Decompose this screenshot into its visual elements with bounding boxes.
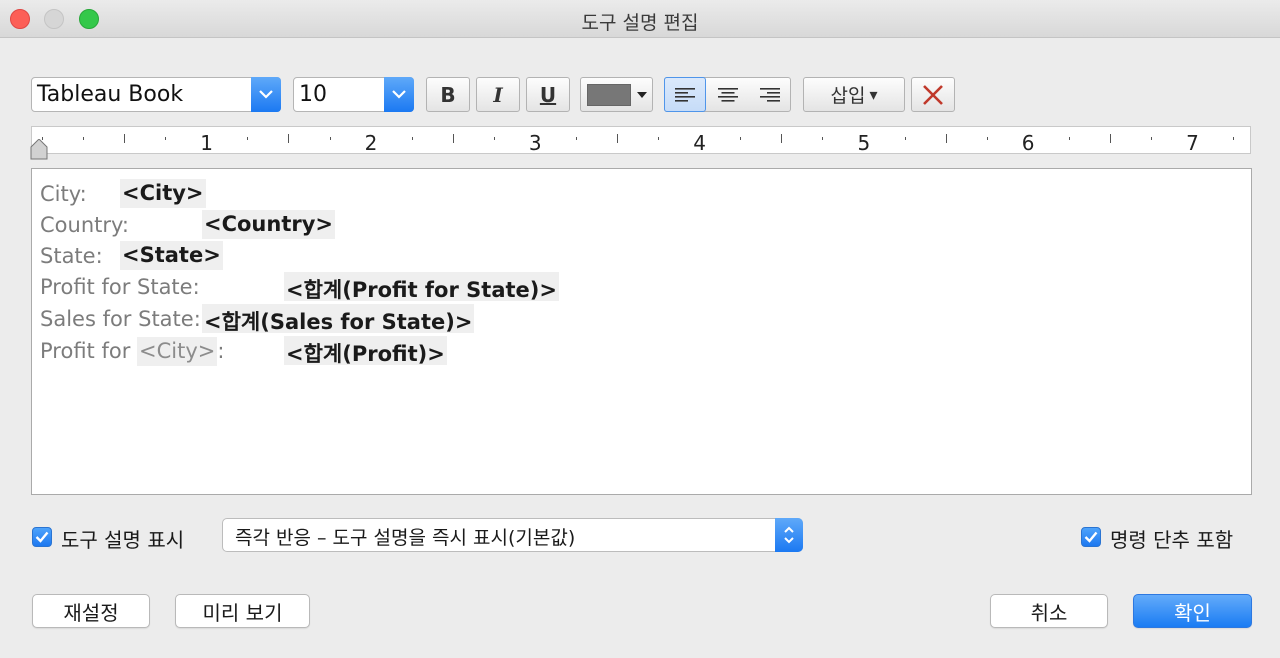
ruler-tick: [781, 134, 783, 143]
ruler-tick: [1151, 137, 1153, 140]
italic-button[interactable]: I: [476, 77, 520, 112]
window-title: 도구 설명 편집: [581, 12, 699, 34]
show-tooltip-label: 도구 설명 표시: [61, 528, 185, 552]
ruler-tick: [411, 137, 413, 140]
ruler-tick: [452, 134, 454, 143]
align-left-icon: [675, 87, 695, 102]
alignment-group: [664, 77, 791, 112]
checkmark-icon: [1084, 531, 1098, 543]
align-left-button[interactable]: [664, 77, 706, 112]
align-right-icon: [760, 87, 780, 102]
field-token[interactable]: <City>: [137, 337, 218, 366]
caret-down-icon: ▾: [869, 85, 878, 104]
reset-button[interactable]: 재설정: [32, 594, 150, 628]
ruler-tick: [329, 137, 331, 140]
tooltip-editor[interactable]: City: <City> Country: <Country> State: <…: [31, 168, 1252, 495]
ruler-tick: [165, 137, 167, 140]
ruler-number: 5: [857, 131, 871, 155]
align-center-icon: [718, 87, 738, 102]
field-label: Profit for State:: [40, 275, 200, 299]
tooltip-mode-value: 즉각 반응 – 도구 설명을 즉시 표시(기본값): [235, 527, 576, 549]
ruler-tick: [288, 134, 290, 143]
title-bar: 도구 설명 편집: [0, 0, 1280, 38]
ruler-number: 1: [200, 131, 214, 155]
close-icon: [923, 84, 943, 105]
ruler-tick: [945, 134, 947, 143]
ruler-tick: [1109, 134, 1111, 143]
font-family-select[interactable]: Tableau Book: [31, 77, 281, 112]
field-label-prefix: Profit for: [40, 339, 138, 363]
align-right-button[interactable]: [749, 78, 791, 111]
field-token[interactable]: <합계(Profit for State)>: [284, 272, 559, 302]
preview-button[interactable]: 미리 보기: [175, 594, 310, 628]
include-commands-label: 명령 단추 포함: [1110, 528, 1234, 552]
field-label: Sales for State:: [40, 307, 201, 331]
include-commands-checkbox[interactable]: [1081, 527, 1101, 547]
field-label: State:: [40, 244, 103, 268]
bold-button[interactable]: B: [426, 77, 470, 112]
field-label: Profit for <City>:: [40, 337, 225, 366]
ruler-number: 4: [693, 131, 706, 155]
font-size-select[interactable]: 10: [293, 77, 414, 112]
ruler-tick: [617, 134, 619, 143]
cancel-button[interactable]: 취소: [990, 594, 1108, 628]
ruler-tick: [822, 137, 824, 140]
text-color-button[interactable]: [580, 77, 653, 112]
caret-down-icon: [636, 91, 647, 98]
up-down-chevron-icon[interactable]: [775, 518, 803, 552]
ruler-number: 3: [528, 131, 542, 155]
field-token[interactable]: <City>: [120, 179, 206, 208]
ruler-tick: [493, 137, 495, 140]
show-tooltip-checkbox[interactable]: [32, 527, 52, 547]
field-label: City:: [40, 182, 87, 206]
field-token[interactable]: <Country>: [202, 210, 336, 239]
ruler-tick: [124, 134, 126, 143]
font-family-value: Tableau Book: [37, 82, 184, 107]
ok-button[interactable]: 확인: [1133, 594, 1252, 628]
ruler-number: 2: [364, 131, 378, 155]
field-label: Country:: [40, 213, 129, 237]
indent-marker[interactable]: [29, 139, 109, 161]
ruler-tick: [1068, 137, 1070, 140]
chevron-down-icon[interactable]: [384, 77, 414, 112]
ruler-number: 7: [1186, 131, 1199, 155]
ruler: 1 2 3 4 5 6 7: [31, 126, 1251, 155]
field-token[interactable]: <State>: [120, 241, 223, 270]
field-label-suffix: :: [217, 339, 225, 363]
field-token[interactable]: <합계(Sales for State)>: [202, 304, 475, 334]
ruler-tick: [986, 137, 988, 140]
align-center-button[interactable]: [707, 78, 749, 111]
field-token[interactable]: <합계(Profit)>: [284, 336, 447, 366]
ruler-tick: [1233, 137, 1235, 140]
tooltip-mode-select[interactable]: 즉각 반응 – 도구 설명을 즉시 표시(기본값): [222, 518, 803, 552]
insert-label: 삽입: [830, 85, 866, 107]
chevron-down-icon[interactable]: [251, 77, 281, 112]
ruler-tick: [658, 137, 660, 140]
font-size-value: 10: [299, 82, 327, 107]
ruler-number: 6: [1021, 131, 1035, 155]
checkmark-icon: [35, 531, 49, 543]
ruler-tick: [740, 137, 742, 140]
ruler-tick: [904, 137, 906, 140]
color-swatch: [586, 83, 631, 106]
ruler-tick: [575, 137, 577, 140]
underline-button[interactable]: U: [526, 77, 570, 112]
ruler-tick: [247, 137, 249, 140]
clear-formatting-button[interactable]: [911, 77, 955, 112]
insert-menu-button[interactable]: 삽입 ▾: [803, 77, 905, 112]
